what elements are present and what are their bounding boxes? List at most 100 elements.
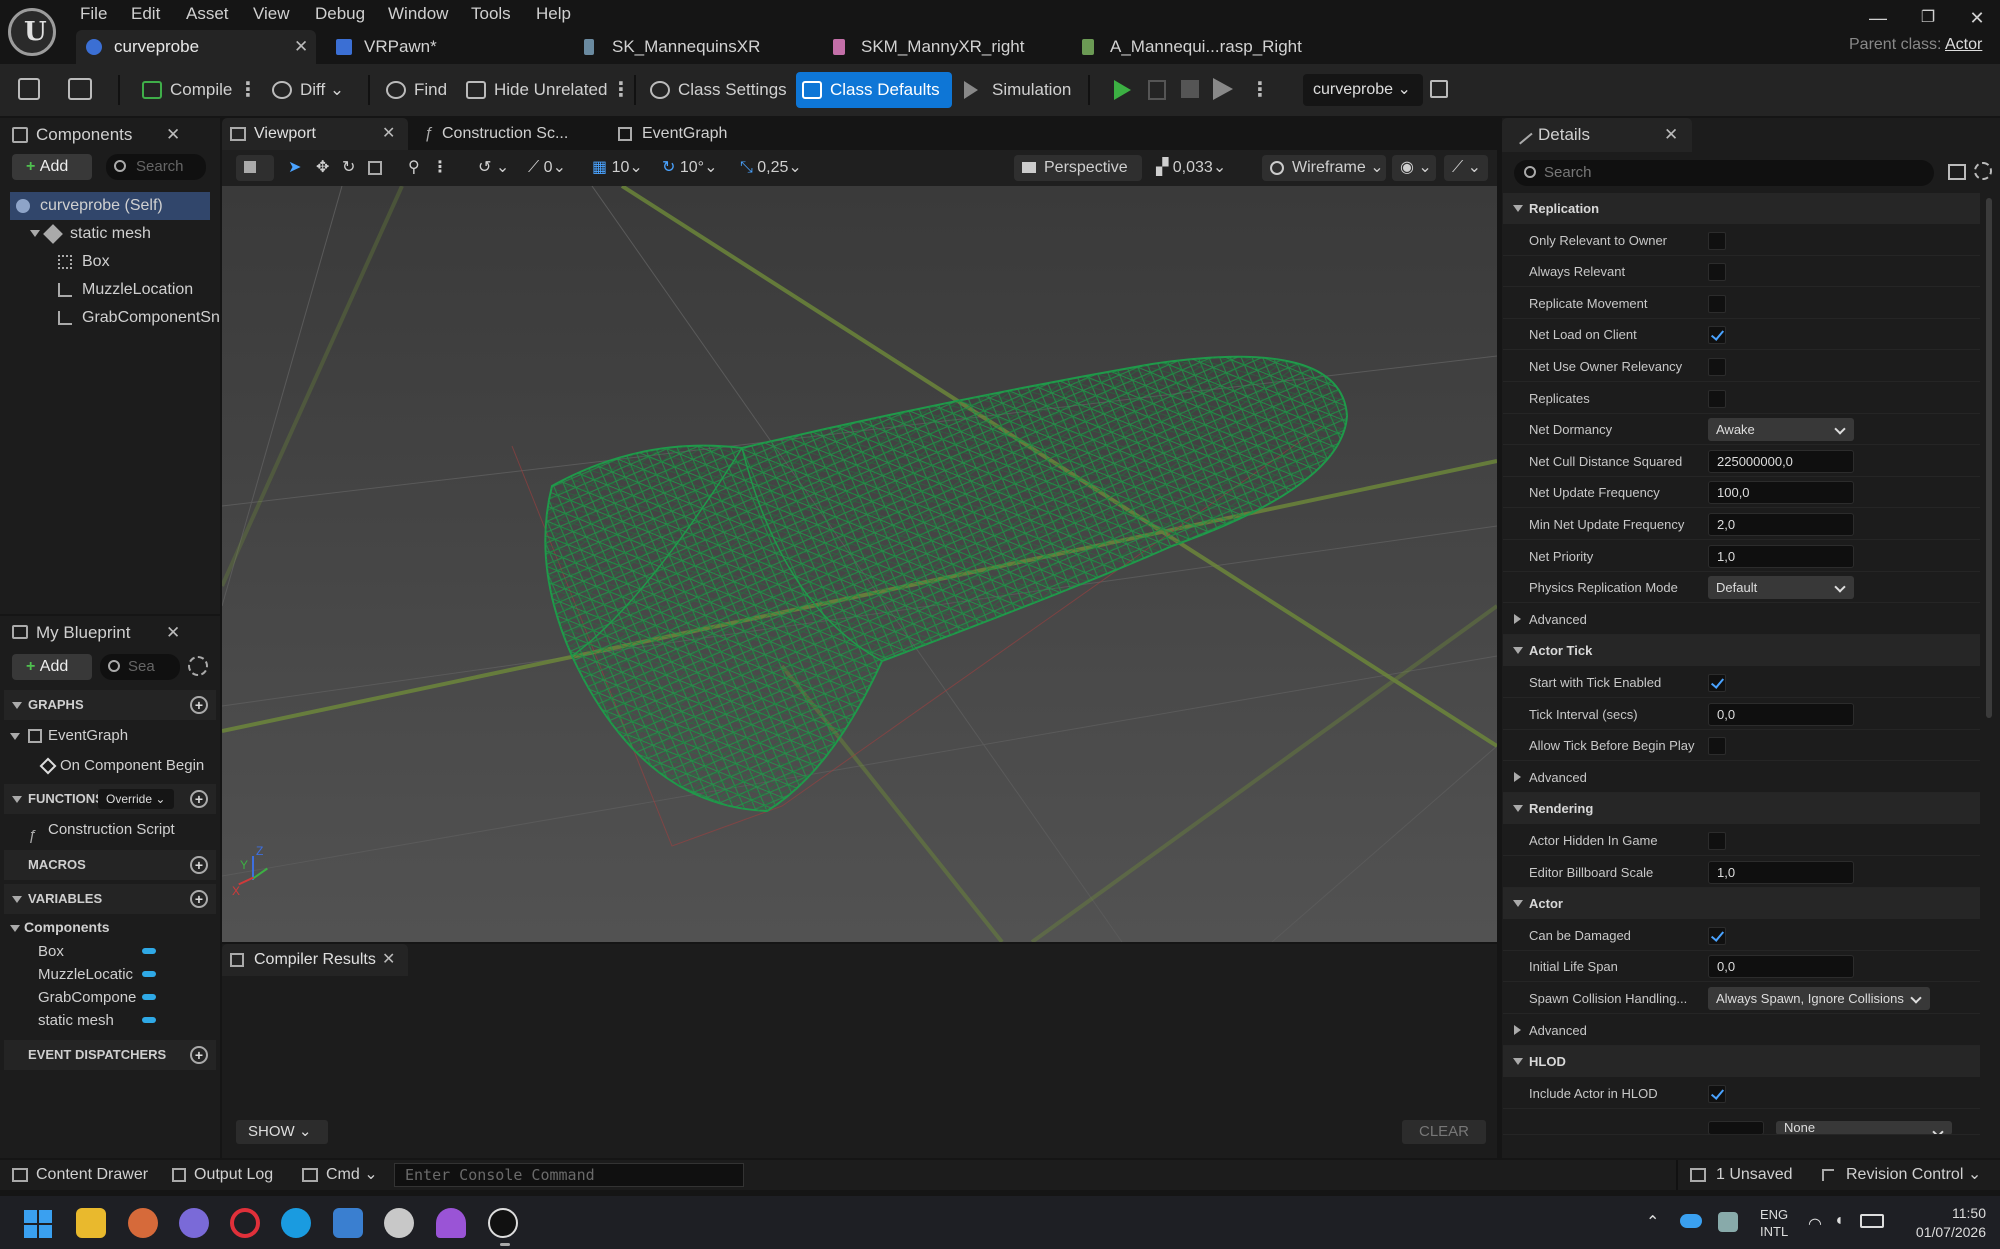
property-checkbox[interactable] bbox=[1708, 926, 1726, 945]
save-icon[interactable] bbox=[18, 78, 40, 100]
advanced-label[interactable]: Advanced bbox=[1529, 612, 1587, 627]
snap-count-button[interactable]: ⟋ 0⌄ bbox=[528, 156, 566, 180]
step-icon[interactable] bbox=[1148, 80, 1166, 100]
unsaved-button[interactable]: 1 Unsaved bbox=[1690, 1164, 1793, 1186]
compile-button[interactable]: Compile bbox=[136, 72, 232, 108]
menu-debug[interactable]: Debug bbox=[315, 2, 365, 26]
tree-item-box[interactable]: Box bbox=[56, 248, 110, 276]
property-checkbox[interactable] bbox=[1708, 358, 1726, 376]
viewport-scene[interactable]: Z Y X bbox=[222, 186, 1497, 942]
scale-tool-icon[interactable] bbox=[368, 161, 382, 175]
camera-speed-button[interactable]: ▞ 0,033⌄ bbox=[1156, 156, 1226, 180]
hide-options-icon[interactable]: ⋮ bbox=[611, 72, 631, 108]
gear-icon[interactable] bbox=[1974, 162, 1992, 180]
perspective-menu[interactable]: Perspective ⌄ bbox=[1014, 155, 1142, 202]
tree-item-grabcomponent[interactable]: GrabComponentSn bbox=[56, 304, 220, 332]
rotation-snap-button[interactable]: ↻ 10°⌄ bbox=[662, 156, 717, 180]
menu-tools[interactable]: Tools bbox=[471, 2, 511, 26]
select-tool-icon[interactable]: ➤ bbox=[288, 156, 301, 180]
app-icon[interactable] bbox=[384, 1208, 414, 1238]
minimize-icon[interactable]: — bbox=[1864, 6, 1892, 30]
tab-construction-script[interactable]: ƒ Construction Sc... bbox=[418, 118, 608, 150]
property-checkbox[interactable] bbox=[1708, 737, 1726, 756]
opera-icon[interactable] bbox=[230, 1208, 260, 1238]
close-icon[interactable]: ✕ bbox=[1664, 118, 1678, 152]
gear-icon[interactable] bbox=[188, 656, 208, 676]
variable-category-components[interactable]: Components bbox=[8, 916, 110, 939]
console-input[interactable]: Enter Console Command bbox=[394, 1163, 744, 1187]
collapse-icon[interactable] bbox=[12, 896, 22, 903]
collapse-icon[interactable] bbox=[1513, 205, 1523, 212]
graphs-section[interactable]: GRAPHS + bbox=[4, 690, 216, 720]
language-indicator[interactable]: ENG INTL bbox=[1760, 1206, 1788, 1240]
content-drawer-button[interactable]: Content Drawer bbox=[12, 1164, 148, 1186]
components-search[interactable]: Search bbox=[106, 154, 206, 180]
functions-section[interactable]: FUNCTIONS Override ⌄ + bbox=[4, 784, 216, 814]
advanced-label[interactable]: Advanced bbox=[1529, 1023, 1587, 1038]
property-matrix-icon[interactable] bbox=[1948, 164, 1966, 180]
variable-item[interactable]: static mesh bbox=[38, 1009, 160, 1032]
restore-icon[interactable]: ❐ bbox=[1914, 6, 1942, 30]
close-icon[interactable]: ✕ bbox=[382, 944, 395, 976]
collapse-icon[interactable] bbox=[1513, 805, 1523, 813]
property-checkbox[interactable] bbox=[1708, 326, 1726, 345]
property-input[interactable]: 225000000,0 bbox=[1708, 449, 1854, 473]
debug-filter-icon[interactable] bbox=[1430, 80, 1448, 98]
grid-snap-button[interactable]: ▦ 10⌄ bbox=[592, 156, 643, 180]
class-settings-button[interactable]: Class Settings bbox=[644, 72, 787, 108]
close-icon[interactable]: ✕ bbox=[382, 118, 395, 150]
details-section-replication[interactable]: Replication bbox=[1503, 193, 1980, 224]
parent-class-link[interactable]: Actor bbox=[1945, 36, 1982, 54]
property-input[interactable]: 2,0 bbox=[1708, 513, 1854, 536]
graph-item-eventgraph[interactable]: EventGraph bbox=[8, 722, 128, 750]
property-input[interactable]: 1,0 bbox=[1708, 860, 1854, 884]
override-dropdown[interactable]: Override ⌄ bbox=[98, 789, 174, 809]
rotate-tool-icon[interactable]: ↻ bbox=[342, 156, 355, 180]
add-graph-icon[interactable]: + bbox=[190, 696, 208, 714]
details-section-actor-tick[interactable]: Actor Tick bbox=[1503, 635, 1980, 667]
tree-item-static-mesh[interactable]: static mesh bbox=[28, 220, 151, 248]
menu-window[interactable]: Window bbox=[388, 2, 448, 26]
chat-app-icon[interactable] bbox=[179, 1208, 209, 1238]
add-member-button[interactable]: + Add bbox=[12, 654, 92, 680]
expand-icon[interactable] bbox=[1514, 771, 1521, 782]
property-dropdown[interactable]: Default bbox=[1708, 576, 1854, 600]
collapse-icon[interactable] bbox=[12, 796, 22, 803]
output-log-button[interactable]: Output Log bbox=[172, 1164, 273, 1186]
close-window-icon[interactable]: ✕ bbox=[1963, 6, 1991, 30]
unreal-taskbar-icon[interactable] bbox=[488, 1208, 518, 1238]
more-icon[interactable]: ⋮ bbox=[432, 156, 448, 180]
transform-mode-menu[interactable] bbox=[236, 155, 274, 181]
stop-icon[interactable] bbox=[1181, 80, 1199, 98]
variables-section[interactable]: VARIABLES + bbox=[4, 884, 216, 914]
advanced-label[interactable]: Advanced bbox=[1529, 770, 1587, 785]
event-item[interactable]: On Component Begin bbox=[39, 752, 204, 780]
property-checkbox[interactable] bbox=[1708, 231, 1726, 250]
battery-icon[interactable] bbox=[1860, 1214, 1884, 1228]
property-input[interactable] bbox=[1708, 1121, 1764, 1135]
menu-file[interactable]: File bbox=[80, 2, 107, 26]
property-dropdown[interactable]: None bbox=[1776, 1121, 1952, 1135]
event-dispatchers-section[interactable]: EVENT DISPATCHERS + bbox=[4, 1040, 216, 1070]
wifi-icon[interactable]: ◠ bbox=[1808, 1214, 1822, 1234]
expand-icon[interactable] bbox=[1514, 1024, 1521, 1035]
property-checkbox[interactable] bbox=[1708, 1084, 1726, 1103]
tab-viewport[interactable]: Viewport ✕ bbox=[222, 118, 408, 150]
menu-help[interactable]: Help bbox=[536, 2, 571, 26]
collapse-icon[interactable] bbox=[1513, 647, 1523, 655]
property-input[interactable]: 0,0 bbox=[1708, 702, 1854, 726]
app-icon[interactable] bbox=[436, 1208, 466, 1238]
add-macro-icon[interactable]: + bbox=[190, 856, 208, 874]
tray-expand-icon[interactable]: ⌃ bbox=[1646, 1212, 1659, 1232]
property-checkbox[interactable] bbox=[1708, 674, 1726, 692]
variable-item[interactable]: Box bbox=[38, 940, 160, 963]
revision-control-button[interactable]: Revision Control ⌄ bbox=[1822, 1164, 1981, 1186]
app-icon[interactable] bbox=[128, 1208, 158, 1238]
debug-object-select[interactable]: curveprobe ⌄ bbox=[1303, 74, 1423, 106]
collapse-icon[interactable] bbox=[1513, 1058, 1523, 1066]
class-defaults-button[interactable]: Class Defaults bbox=[796, 72, 952, 108]
add-dispatcher-icon[interactable]: + bbox=[190, 1046, 208, 1064]
world-local-icon[interactable]: ⚲ bbox=[408, 156, 420, 180]
details-section-hlod[interactable]: HLOD bbox=[1503, 1046, 1980, 1078]
browse-icon[interactable] bbox=[68, 78, 92, 100]
